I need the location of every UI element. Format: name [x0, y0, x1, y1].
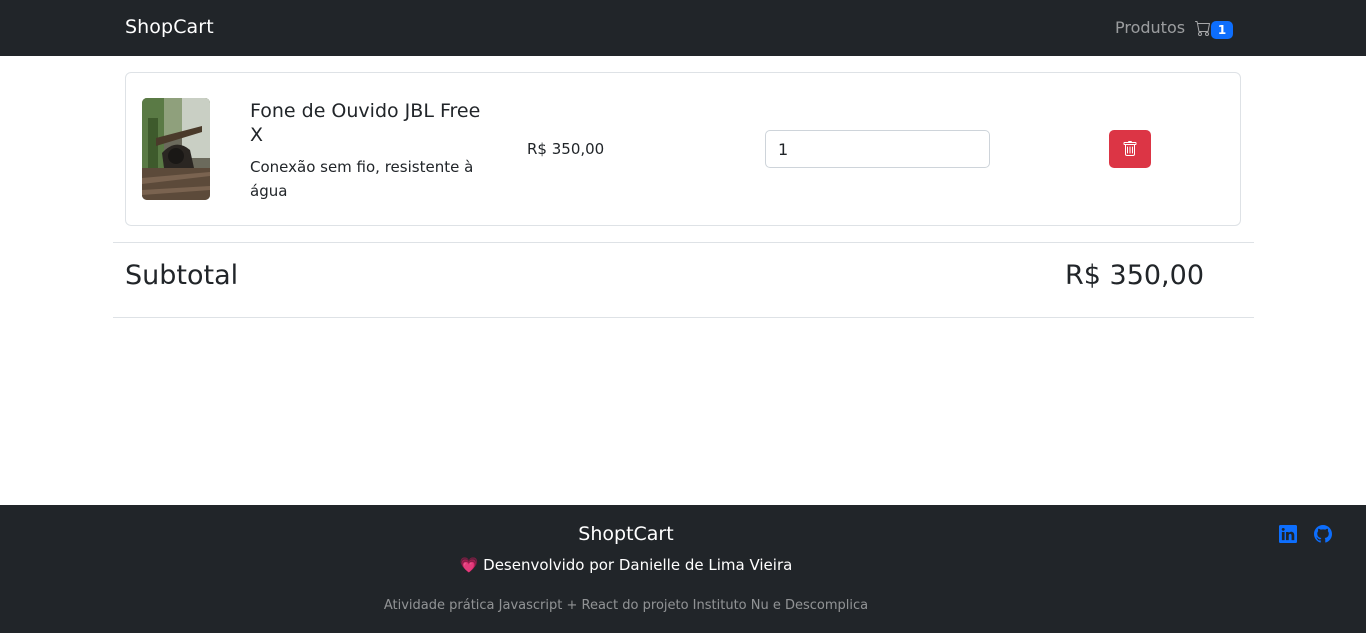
cart-count-badge: 1 — [1211, 21, 1233, 39]
footer-developer: 💗 Desenvolvido por Danielle de Lima Viei… — [0, 556, 1252, 574]
linkedin-icon — [1279, 525, 1297, 543]
heart-icon: 💗 — [459, 556, 479, 574]
remove-item-button[interactable] — [1109, 130, 1151, 168]
footer: ShoptCart 💗 Desenvolvido por Danielle de… — [0, 505, 1366, 633]
linkedin-link[interactable] — [1279, 525, 1297, 543]
cart-button[interactable]: 1 — [1195, 19, 1235, 39]
subtotal-value: R$ 350,00 — [1065, 260, 1204, 291]
cart-icon — [1195, 21, 1210, 36]
github-link[interactable] — [1314, 525, 1332, 543]
navbar: ShopCart Produtos 1 — [0, 0, 1366, 56]
products-link[interactable]: Produtos — [1115, 18, 1185, 37]
developer-text: Desenvolvido por Danielle de Lima Vieira — [483, 556, 793, 574]
product-title: Fone de Ouvido JBL Free X — [250, 100, 481, 146]
footer-brand: ShoptCart — [578, 523, 674, 545]
subtotal-label: Subtotal — [125, 260, 239, 291]
brand-link[interactable]: ShopCart — [125, 16, 214, 38]
footer-note: Atividade prática Javascript + React do … — [383, 598, 869, 613]
product-price: R$ 350,00 — [527, 140, 605, 158]
quantity-input[interactable] — [765, 130, 990, 168]
subtotal-row: Subtotal R$ 350,00 — [113, 242, 1254, 318]
trash-icon — [1123, 141, 1137, 156]
product-image — [142, 98, 210, 200]
github-icon — [1314, 525, 1332, 543]
cart-item-card: Fone de Ouvido JBL Free X Conexão sem fi… — [125, 72, 1241, 226]
product-description: Conexão sem fio, resistente à água — [250, 158, 474, 200]
